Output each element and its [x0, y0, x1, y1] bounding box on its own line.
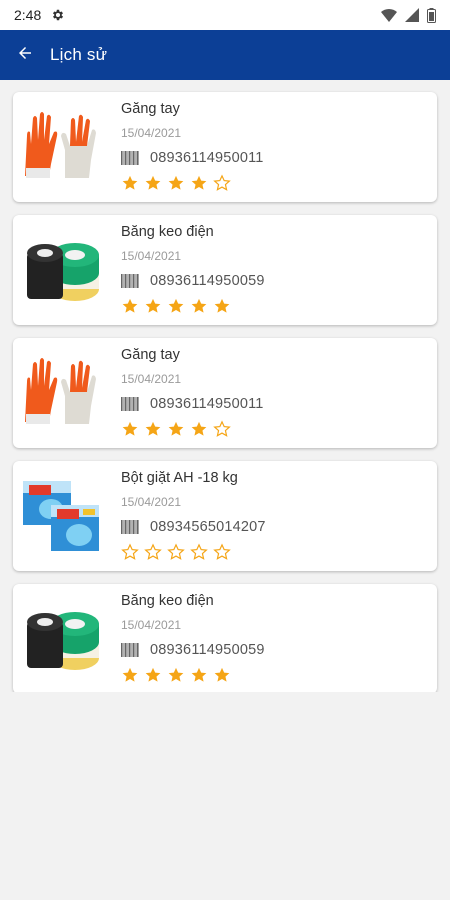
barcode-icon [121, 151, 139, 165]
star-filled-icon [213, 666, 231, 689]
barcode-row: 08936114950011 [121, 150, 264, 166]
rating-stars [121, 297, 265, 320]
star-filled-icon [190, 420, 208, 443]
product-name: Găng tay [121, 347, 180, 363]
product-name: Băng keo điện [121, 593, 214, 609]
history-card[interactable]: Băng keo điện 15/04/2021 08936114950059 [13, 584, 437, 692]
scan-date: 15/04/2021 [121, 126, 182, 140]
history-card[interactable]: Găng tay 15/04/2021 08936114950011 [13, 92, 437, 202]
app-bar: Lịch sử [0, 30, 450, 80]
barcode-icon [121, 520, 139, 534]
star-outline-icon [190, 543, 208, 566]
scan-date: 15/04/2021 [121, 618, 182, 632]
gear-icon [51, 8, 65, 22]
product-name: Găng tay [121, 101, 180, 117]
star-outline-icon [167, 543, 185, 566]
page-title: Lịch sử [50, 45, 108, 64]
wifi-icon [381, 8, 397, 22]
gloves-image [21, 106, 103, 188]
history-card[interactable]: Băng keo điện 15/04/2021 08936114950059 [13, 215, 437, 325]
history-card[interactable]: Bột giặt AH -18 kg 15/04/2021 0893456501… [13, 461, 437, 571]
star-filled-icon [144, 666, 162, 689]
star-outline-icon [213, 174, 231, 197]
scan-date: 15/04/2021 [121, 249, 182, 263]
barcode-icon [121, 397, 139, 411]
star-filled-icon [167, 297, 185, 320]
star-filled-icon [121, 420, 139, 443]
star-filled-icon [213, 297, 231, 320]
gloves-image [21, 352, 103, 434]
star-filled-icon [167, 420, 185, 443]
history-list: Găng tay 15/04/2021 08936114950011 Băng … [0, 80, 450, 692]
barcode-row: 08934565014207 [121, 519, 266, 535]
status-left: 2:48 [14, 7, 65, 23]
card-info: Găng tay 15/04/2021 08936114950011 [121, 92, 264, 197]
back-button[interactable] [0, 30, 50, 80]
barcode-row: 08936114950059 [121, 273, 265, 289]
electrical-tape-image [21, 598, 103, 680]
star-filled-icon [190, 666, 208, 689]
arrow-left-icon [16, 44, 34, 67]
star-outline-icon [144, 543, 162, 566]
barcode-icon [121, 274, 139, 288]
star-outline-icon [213, 543, 231, 566]
scan-date: 15/04/2021 [121, 372, 182, 386]
card-info: Băng keo điện 15/04/2021 08936114950059 [121, 584, 265, 689]
star-filled-icon [121, 174, 139, 197]
status-right [381, 7, 436, 23]
status-bar: 2:48 [0, 0, 450, 30]
barcode-row: 08936114950011 [121, 396, 264, 412]
star-filled-icon [121, 297, 139, 320]
barcode-value: 08936114950011 [150, 150, 264, 166]
barcode-row: 08936114950059 [121, 642, 265, 658]
barcode-value: 08934565014207 [150, 519, 266, 535]
star-filled-icon [144, 420, 162, 443]
barcode-value: 08936114950011 [150, 396, 264, 412]
card-info: Băng keo điện 15/04/2021 08936114950059 [121, 215, 265, 320]
scan-date: 15/04/2021 [121, 495, 182, 509]
battery-icon [427, 7, 436, 23]
rating-stars [121, 174, 264, 197]
barcode-icon [121, 643, 139, 657]
card-info: Găng tay 15/04/2021 08936114950011 [121, 338, 264, 443]
rating-stars [121, 543, 266, 566]
rating-stars [121, 666, 265, 689]
star-filled-icon [121, 666, 139, 689]
detergent-box-image [21, 475, 103, 557]
star-filled-icon [144, 174, 162, 197]
star-outline-icon [213, 420, 231, 443]
signal-icon [405, 8, 419, 22]
product-name: Băng keo điện [121, 224, 214, 240]
status-time: 2:48 [14, 7, 42, 23]
star-filled-icon [190, 174, 208, 197]
product-name: Bột giặt AH -18 kg [121, 470, 238, 486]
star-filled-icon [167, 666, 185, 689]
star-filled-icon [190, 297, 208, 320]
star-filled-icon [144, 297, 162, 320]
star-filled-icon [167, 174, 185, 197]
rating-stars [121, 420, 264, 443]
barcode-value: 08936114950059 [150, 273, 265, 289]
card-info: Bột giặt AH -18 kg 15/04/2021 0893456501… [121, 461, 266, 566]
history-card[interactable]: Găng tay 15/04/2021 08936114950011 [13, 338, 437, 448]
star-outline-icon [121, 543, 139, 566]
electrical-tape-image [21, 229, 103, 311]
barcode-value: 08936114950059 [150, 642, 265, 658]
